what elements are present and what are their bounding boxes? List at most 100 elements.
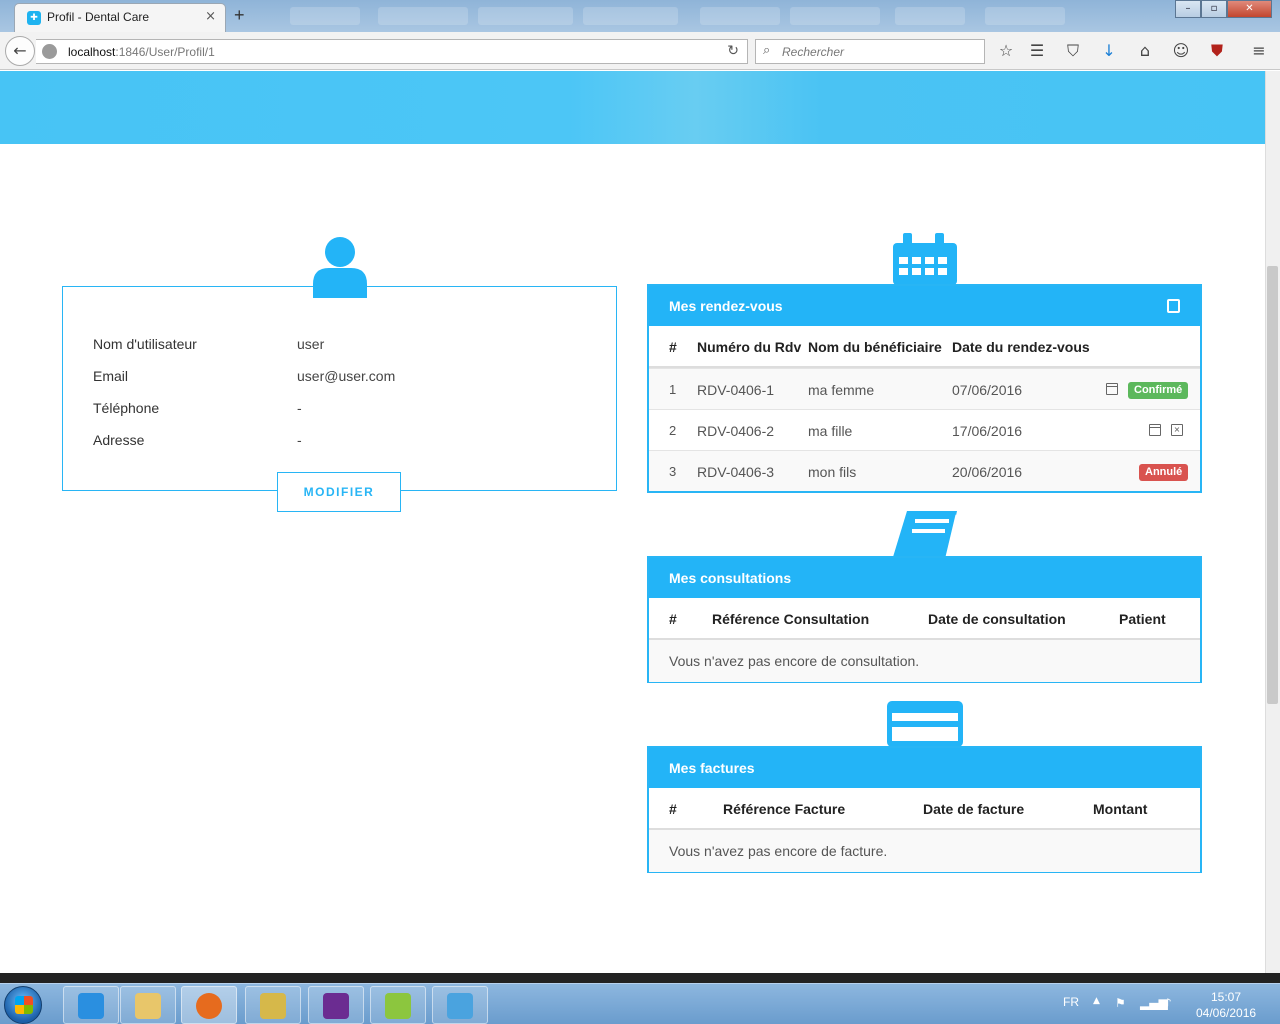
- column-header: Numéro du Rdv: [697, 339, 802, 355]
- search-input[interactable]: Rechercher: [782, 45, 844, 59]
- calendar-icon: [893, 233, 957, 285]
- status-badge: Confirmé: [1128, 382, 1189, 399]
- background-tab[interactable]: [378, 7, 468, 25]
- folder-icon: [135, 993, 161, 1019]
- empty-message: Vous n'avez pas encore de facture.: [669, 843, 888, 859]
- reload-icon[interactable]: ↻: [727, 43, 739, 59]
- consultations-title: Mes consultations: [669, 570, 792, 586]
- search-bar[interactable]: ⌕ Rechercher: [755, 39, 985, 64]
- paint-task[interactable]: [432, 986, 488, 1024]
- new-tab-button[interactable]: +: [234, 5, 245, 26]
- phone-value: -: [297, 400, 302, 416]
- background-tab[interactable]: [790, 7, 880, 25]
- invoices-panel: Mes factures # Référence Facture Date de…: [647, 746, 1202, 873]
- pocket-icon[interactable]: ⛉: [1062, 41, 1084, 61]
- menu-icon[interactable]: ≡: [1248, 41, 1270, 60]
- page-footer-strip: [0, 973, 1280, 983]
- username-value: user: [297, 336, 325, 352]
- column-header: Nom du bénéficiaire: [808, 339, 942, 355]
- empty-message: Vous n'avez pas encore de consultation.: [669, 653, 920, 669]
- home-icon[interactable]: ⌂: [1134, 41, 1156, 60]
- invoices-title: Mes factures: [669, 760, 755, 776]
- column-header: Date du rendez-vous: [952, 339, 1090, 355]
- action-center-icon[interactable]: ⚑: [1115, 996, 1126, 1010]
- tools-task[interactable]: [245, 986, 301, 1024]
- windows-logo-icon: [15, 996, 33, 1014]
- column-header: Référence Facture: [723, 801, 846, 817]
- consultations-panel: Mes consultations # Référence Consultati…: [647, 556, 1202, 683]
- bookmark-star-icon[interactable]: ☆: [995, 41, 1017, 60]
- browser-toolbar: ← localhost:1846/User/Profil/1 ↻ ⌕ Reche…: [0, 32, 1280, 70]
- reading-list-icon[interactable]: ☰: [1026, 41, 1048, 60]
- url-text[interactable]: localhost:1846/User/Profil/1: [68, 45, 215, 59]
- start-button[interactable]: [4, 986, 42, 1024]
- column-header: Patient: [1119, 611, 1166, 627]
- background-tab[interactable]: [478, 7, 573, 25]
- background-tab[interactable]: [895, 7, 965, 25]
- internet-explorer-task[interactable]: [63, 986, 119, 1024]
- volume-icon[interactable]: ♪: [1164, 996, 1172, 1010]
- url-host: localhost: [68, 45, 116, 59]
- beneficiary-name: ma femme: [808, 382, 875, 398]
- background-tab[interactable]: [583, 7, 678, 25]
- firefox-task[interactable]: [181, 986, 237, 1024]
- table-row: 1 RDV-0406-1 ma femme 07/06/2016 Confirm…: [649, 368, 1200, 409]
- add-appointment-icon[interactable]: [1167, 299, 1180, 313]
- restore-button[interactable]: ▫: [1201, 0, 1227, 18]
- modify-profile-button[interactable]: MODIFIER: [277, 472, 401, 512]
- row-number: 1: [669, 382, 677, 397]
- visual-studio-icon: [323, 993, 349, 1019]
- file-explorer-task[interactable]: [120, 986, 176, 1024]
- browser-titlebar: ✚ Profil - Dental Care × + – ▫ ✕: [0, 0, 1280, 32]
- language-indicator[interactable]: FR: [1063, 995, 1079, 1009]
- show-hidden-icons[interactable]: ▲: [1093, 996, 1100, 1006]
- visual-studio-task[interactable]: [308, 986, 364, 1024]
- background-tab[interactable]: [290, 7, 360, 25]
- clock-date[interactable]: 04/06/2016: [1196, 1006, 1256, 1020]
- column-header: #: [669, 611, 677, 627]
- back-button[interactable]: ←: [5, 36, 35, 66]
- site-info-icon[interactable]: [42, 44, 57, 59]
- consultations-table-header: # Référence Consultation Date de consult…: [649, 598, 1200, 640]
- address-bar[interactable]: localhost:1846/User/Profil/1 ↻: [36, 39, 748, 64]
- chat-icon[interactable]: ☺: [1170, 41, 1192, 60]
- hero-banner: [0, 71, 1265, 144]
- internet-explorer-icon: [78, 993, 104, 1019]
- table-row: 3 RDV-0406-3 mon fils 20/06/2016 Annulé: [649, 450, 1200, 491]
- username-label: Nom d'utilisateur: [93, 336, 197, 352]
- consultations-header: Mes consultations: [649, 558, 1200, 598]
- column-header: Date de facture: [923, 801, 1025, 817]
- column-header: Date de consultation: [928, 611, 1066, 627]
- appointments-panel: Mes rendez-vous # Numéro du Rdv Nom du b…: [647, 284, 1202, 493]
- tab-close-icon[interactable]: ×: [205, 9, 216, 24]
- invoices-table-header: # Référence Facture Date de facture Mont…: [649, 788, 1200, 830]
- appointment-ref: RDV-0406-3: [697, 464, 775, 480]
- downloads-icon[interactable]: ↓: [1098, 41, 1120, 60]
- close-window-button[interactable]: ✕: [1227, 0, 1272, 18]
- user-icon: [313, 237, 367, 298]
- notepad-task[interactable]: [370, 986, 426, 1024]
- appointment-date: 17/06/2016: [952, 423, 1023, 439]
- calendar-small-icon[interactable]: [1106, 383, 1118, 395]
- clock-time[interactable]: 15:07: [1211, 990, 1241, 1004]
- taskbar: FR ▲ ⚑ ▂▄▆ ♪ 15:07 04/06/2016: [0, 983, 1280, 1024]
- tooth-favicon-icon: ✚: [27, 11, 41, 25]
- cancel-appointment-icon[interactable]: ×: [1171, 424, 1183, 436]
- column-header: Référence Consultation: [712, 611, 870, 627]
- minimize-button[interactable]: –: [1175, 0, 1201, 18]
- scrollbar-thumb[interactable]: [1267, 266, 1278, 704]
- active-tab[interactable]: ✚ Profil - Dental Care ×: [14, 3, 226, 32]
- calendar-small-icon[interactable]: [1149, 424, 1161, 436]
- appointments-table-header: # Numéro du Rdv Nom du bénéficiaire Date…: [649, 326, 1200, 368]
- background-tab[interactable]: [985, 7, 1065, 25]
- appointments-title: Mes rendez-vous: [669, 298, 783, 314]
- profile-card: Nom d'utilisateur user Email user@user.c…: [62, 286, 617, 491]
- search-icon: ⌕: [763, 43, 771, 58]
- background-tab[interactable]: [700, 7, 780, 25]
- address-value: -: [297, 432, 302, 448]
- url-path: :1846/User/Profil/1: [115, 45, 215, 59]
- phone-label: Téléphone: [93, 400, 160, 416]
- beneficiary-name: mon fils: [808, 464, 857, 480]
- invoices-header: Mes factures: [649, 748, 1200, 788]
- ublock-icon[interactable]: ⛊: [1206, 41, 1228, 61]
